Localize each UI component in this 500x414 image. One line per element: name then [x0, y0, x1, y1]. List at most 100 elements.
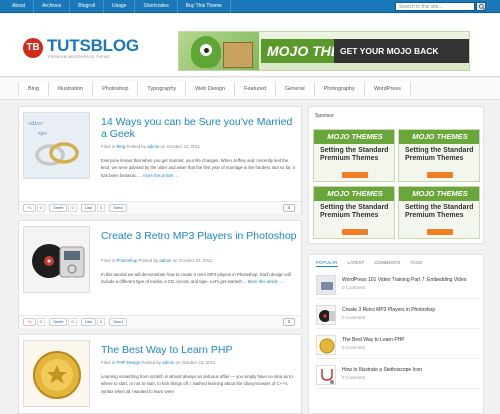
- tweet-share[interactable]: Tweet 0: [48, 318, 77, 326]
- cat-web-design[interactable]: Web Design: [186, 82, 236, 96]
- popular-thumbnail: [316, 305, 336, 325]
- post-card: <div> <p> 14 Ways you can be Sure you've…: [18, 106, 302, 214]
- cat-typography[interactable]: Typography: [138, 82, 187, 96]
- post-title[interactable]: The Best Way to Learn PHP: [101, 344, 299, 356]
- cat-blog[interactable]: Blog: [19, 82, 50, 96]
- post-date: October 22, 2011: [166, 144, 201, 149]
- site-title[interactable]: TUTSBLOG: [47, 36, 139, 56]
- post-thumbnail[interactable]: [23, 340, 90, 407]
- sidebar: Sponsor MOJO THEMES Setting the Standard…: [308, 106, 484, 414]
- facebook-send[interactable]: Send: [109, 204, 127, 212]
- ad-cta-button: [427, 172, 453, 178]
- post-category-link[interactable]: Photoshop: [116, 258, 137, 263]
- top-bar: About Archives Blogroll Usage Shortcodes…: [0, 0, 500, 13]
- popular-thumbnail: [316, 335, 336, 355]
- post-date: October 22, 2011: [178, 258, 213, 263]
- popular-item[interactable]: Create 3 Retro MP3 Players in Photoshop …: [316, 303, 480, 329]
- cat-photography[interactable]: Photography: [314, 82, 365, 96]
- top-nav-usage[interactable]: Usage: [104, 0, 136, 13]
- share-bar: +1 0 Tweet 0 Like 0 Send 0: [19, 201, 301, 214]
- cat-illustration[interactable]: Illustration: [49, 82, 94, 96]
- search-icon: [478, 3, 486, 11]
- post-list: <div> <p> 14 Ways you can be Sure you've…: [18, 106, 302, 414]
- top-nav-shortcodes[interactable]: Shortcodes: [135, 0, 178, 13]
- award-badge-icon: [317, 336, 335, 354]
- post-excerpt: Everyone knows that when you get married…: [101, 158, 295, 178]
- post-title[interactable]: 14 Ways you can be Sure you've Married a…: [101, 116, 299, 140]
- banner-artwork: [179, 32, 259, 70]
- sponsor-ad[interactable]: MOJO THEMES Setting the Standard Premium…: [398, 186, 480, 239]
- logo-mark[interactable]: TB: [23, 38, 43, 58]
- mp3-player-icon: [317, 306, 335, 324]
- cat-featured[interactable]: Featured: [235, 82, 277, 96]
- top-nav-about[interactable]: About: [4, 0, 35, 13]
- read-more-link[interactable]: More this article →: [248, 279, 284, 284]
- sponsor-ad[interactable]: MOJO THEMES Setting the Standard Premium…: [313, 129, 395, 182]
- category-nav: Blog Illustration Photoshop Typography W…: [0, 78, 500, 100]
- video-thumbnail-icon: [317, 276, 335, 294]
- popular-thumbnail: [316, 275, 336, 295]
- ad-cta-button: [342, 172, 368, 178]
- ad-cta-button: [342, 229, 368, 235]
- facebook-send[interactable]: Send: [109, 318, 127, 326]
- widget-tabs: POPULAR LATEST COMMENTS TAGS: [316, 260, 432, 267]
- banner-tagline: GET YOUR MOJO BACK: [334, 39, 469, 63]
- comment-count-bubble[interactable]: 0: [283, 318, 295, 326]
- share-bar: +1 0 Tweet 0 Like 0 Send 0: [19, 315, 301, 328]
- tab-tags[interactable]: TAGS: [410, 260, 422, 267]
- top-nav-buy-theme[interactable]: Buy This Theme: [178, 0, 231, 13]
- popular-item[interactable]: How to Illustrate a Stethoscope Icon 0 C…: [316, 363, 480, 389]
- post-category-link[interactable]: PHP Design: [116, 360, 140, 365]
- sponsor-ad[interactable]: MOJO THEMES Setting the Standard Premium…: [313, 186, 395, 239]
- top-nav: About Archives Blogroll Usage Shortcodes…: [4, 0, 231, 13]
- post-author-link[interactable]: admin: [162, 360, 174, 365]
- monster-mascot-icon: [191, 36, 221, 68]
- post-excerpt: Learning something from scratch is almos…: [101, 374, 293, 394]
- tab-latest[interactable]: LATEST: [348, 260, 365, 267]
- popular-item[interactable]: The Best Way to Learn PHP 0 Comment: [316, 333, 480, 359]
- tweet-share[interactable]: Tweet 0: [48, 204, 77, 212]
- svg-text:<div>: <div>: [28, 121, 43, 127]
- post-meta: Filed in PHP Design Posted by admin on O…: [101, 360, 216, 365]
- sponsor-heading: Sponsor: [315, 113, 334, 119]
- gplus-share[interactable]: +1 0: [23, 204, 45, 212]
- popular-thumbnail: [316, 365, 336, 385]
- facebook-like[interactable]: Like 0: [80, 204, 106, 212]
- facebook-like[interactable]: Like 0: [80, 318, 106, 326]
- post-date: October 22, 2011: [181, 360, 216, 365]
- cat-general[interactable]: General: [276, 82, 315, 96]
- top-nav-archives[interactable]: Archives: [34, 0, 71, 13]
- sponsor-ad[interactable]: MOJO THEMES Setting the Standard Premium…: [398, 129, 480, 182]
- post-card: The Best Way to Learn PHP Filed in PHP D…: [18, 334, 302, 414]
- search-input[interactable]: Search in this site...: [395, 2, 475, 11]
- post-author-link[interactable]: admin: [147, 144, 159, 149]
- post-card: Create 3 Retro MP3 Players in Photoshop …: [18, 220, 302, 328]
- svg-text:<p>: <p>: [38, 131, 47, 137]
- wedding-rings-icon: <div> <p>: [24, 113, 89, 178]
- cat-wordpress[interactable]: WordPress: [364, 82, 411, 96]
- comment-count-bubble[interactable]: 0: [283, 204, 295, 212]
- top-nav-blogroll[interactable]: Blogroll: [70, 0, 104, 13]
- site-tagline: PREMIUM WORDPRESS THEME: [48, 55, 110, 59]
- stethoscope-icon: [317, 366, 335, 384]
- award-badge-icon: [24, 341, 89, 406]
- post-author-link[interactable]: admin: [159, 258, 171, 263]
- crates-icon: [223, 42, 253, 68]
- post-excerpt: In this tutorial we will demonstrate how…: [101, 272, 291, 285]
- post-meta: Filed in Blog Posted by admin on October…: [101, 144, 201, 149]
- post-thumbnail[interactable]: <div> <p>: [23, 112, 90, 179]
- cat-photoshop[interactable]: Photoshop: [93, 82, 139, 96]
- post-category-link[interactable]: Blog: [116, 144, 125, 149]
- read-more-link[interactable]: more this article →: [143, 173, 179, 178]
- tab-popular[interactable]: POPULAR: [316, 260, 338, 267]
- popular-item[interactable]: WordPress 101 Video Training Part 7: Emb…: [316, 273, 480, 299]
- tabbed-widget: POPULAR LATEST COMMENTS TAGS WordPress 1…: [308, 254, 484, 414]
- post-meta: Filed in Photoshop Posted by admin on Oc…: [101, 258, 213, 263]
- post-thumbnail[interactable]: [23, 226, 90, 293]
- header-ad-banner[interactable]: MOJO THEMES GET YOUR MOJO BACK: [178, 31, 470, 71]
- gplus-share[interactable]: +1 0: [23, 318, 45, 326]
- tab-comments[interactable]: COMMENTS: [374, 260, 400, 267]
- post-title[interactable]: Create 3 Retro MP3 Players in Photoshop: [101, 230, 299, 242]
- mp3-player-icon: [24, 227, 89, 292]
- search-button[interactable]: [476, 2, 486, 11]
